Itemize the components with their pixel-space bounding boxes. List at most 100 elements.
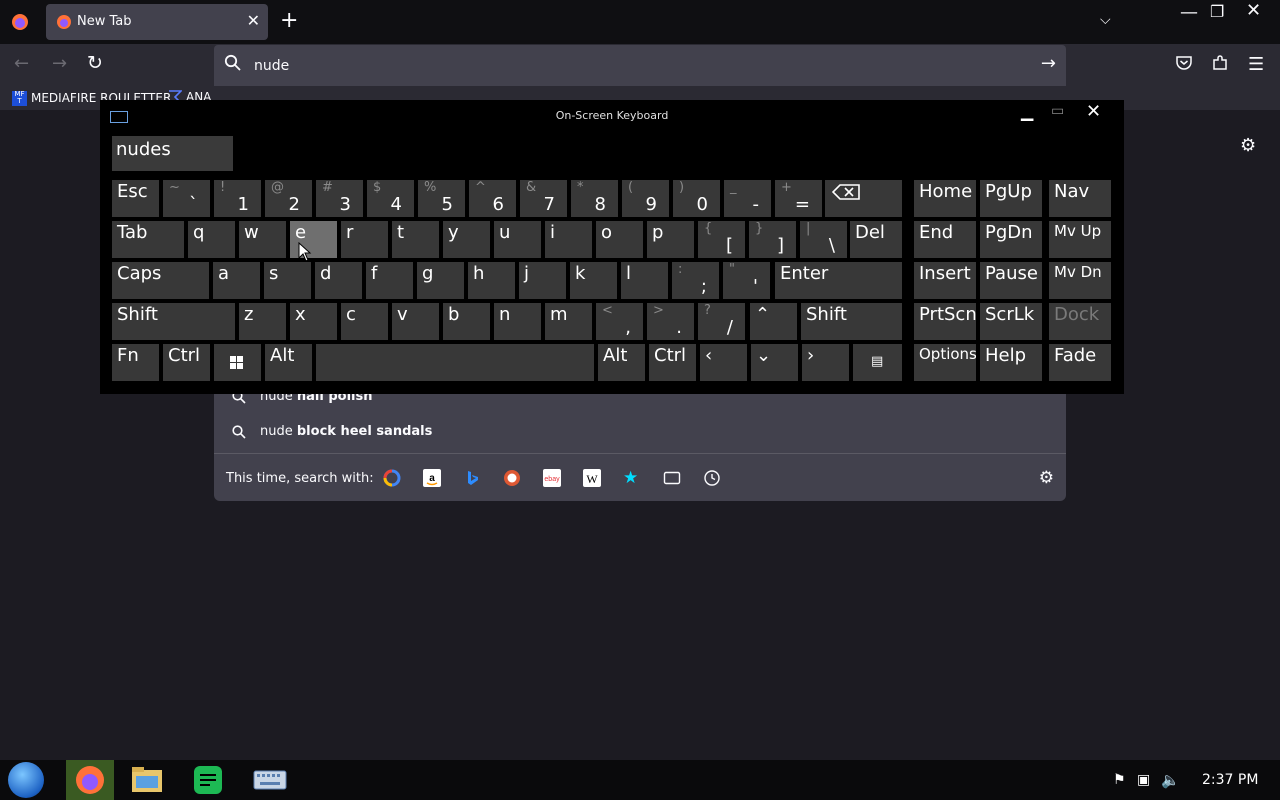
key-prtscn[interactable]: PrtScn	[914, 303, 976, 340]
key-windows[interactable]	[214, 344, 261, 381]
list-all-tabs-icon[interactable]: ⌵	[1100, 12, 1111, 28]
key-pgup[interactable]: PgUp	[980, 180, 1042, 217]
bookmarks-star-icon[interactable]: ★	[623, 469, 641, 487]
key-d[interactable]: d	[315, 262, 362, 299]
key-13[interactable]: + =	[775, 180, 822, 217]
key-k[interactable]: k	[570, 262, 617, 299]
key-x[interactable]: x	[290, 303, 337, 340]
key-ctrl-left[interactable]: Ctrl	[163, 344, 210, 381]
key-n[interactable]: n	[494, 303, 541, 340]
file-explorer-icon[interactable]	[130, 764, 164, 796]
go-arrow-icon[interactable]: →	[1041, 53, 1056, 74]
key-5[interactable]: $4	[367, 180, 414, 217]
key-pgdn[interactable]: PgDn	[980, 221, 1042, 258]
key-home[interactable]: Home	[914, 180, 976, 217]
key-l[interactable]: l	[621, 262, 668, 299]
key-symbol[interactable]: {[	[698, 221, 745, 258]
key-insert[interactable]: Insert	[914, 262, 976, 299]
forward-icon[interactable]: →	[52, 53, 67, 74]
extensions-icon[interactable]	[1211, 54, 1229, 72]
pocket-icon[interactable]	[1175, 54, 1193, 72]
key-pause[interactable]: Pause	[980, 262, 1042, 299]
key-shift-right[interactable]: Shift	[801, 303, 902, 340]
tab-new-tab[interactable]: New Tab ✕	[46, 4, 268, 40]
key-o[interactable]: o	[596, 221, 643, 258]
key-3[interactable]: @2	[265, 180, 312, 217]
window-minimize-button[interactable]: —	[1180, 2, 1198, 23]
tab-close-icon[interactable]: ✕	[247, 11, 260, 30]
key-options[interactable]: Options	[914, 344, 976, 381]
key-f[interactable]: f	[366, 262, 413, 299]
history-icon[interactable]	[703, 469, 721, 487]
key-symbol[interactable]: ? /	[698, 303, 745, 340]
key-end[interactable]: End	[914, 221, 976, 258]
key-4[interactable]: #3	[316, 180, 363, 217]
key-q[interactable]: q	[188, 221, 235, 258]
key-12[interactable]: _ -	[724, 180, 771, 217]
key-esc[interactable]: Esc	[112, 180, 159, 217]
key-b[interactable]: b	[443, 303, 490, 340]
key-j[interactable]: j	[519, 262, 566, 299]
osk-close-button[interactable]: ✕	[1086, 101, 1101, 122]
key-nav[interactable]: Nav	[1049, 180, 1111, 217]
key-tab[interactable]: Tab	[112, 221, 184, 258]
key-7[interactable]: ^ 6	[469, 180, 516, 217]
key-caps[interactable]: Caps	[112, 262, 209, 299]
window-close-button[interactable]: ✕	[1246, 0, 1261, 21]
key-enter[interactable]: Enter	[775, 262, 902, 299]
key-11[interactable]: ) 0	[673, 180, 720, 217]
key-m[interactable]: m	[545, 303, 592, 340]
key-symbol[interactable]: }]	[749, 221, 796, 258]
key-2[interactable]: ! 1	[214, 180, 261, 217]
key-10[interactable]: (9	[622, 180, 669, 217]
key-c[interactable]: c	[341, 303, 388, 340]
key-del[interactable]: Del	[850, 221, 902, 258]
key-w[interactable]: w	[239, 221, 286, 258]
key-backspace[interactable]	[825, 180, 902, 217]
key-symbol[interactable]: :;	[672, 262, 719, 299]
notes-app-icon[interactable]	[192, 764, 224, 796]
key-y[interactable]: y	[443, 221, 490, 258]
key-g[interactable]: g	[417, 262, 464, 299]
search-settings-gear-icon[interactable]: ⚙	[1039, 468, 1054, 488]
osk-prediction[interactable]: nudes	[112, 136, 233, 171]
page-settings-gear-icon[interactable]: ⚙	[1240, 135, 1256, 156]
new-tab-button[interactable]: +	[280, 10, 298, 32]
key-t[interactable]: t	[392, 221, 439, 258]
reload-icon[interactable]: ↻	[87, 52, 103, 74]
key-dock[interactable]: Dock	[1049, 303, 1111, 340]
app-menu-icon[interactable]: ☰	[1248, 54, 1264, 75]
key-v[interactable]: v	[392, 303, 439, 340]
key-shift-left[interactable]: Shift	[112, 303, 235, 340]
key-9[interactable]: * 8	[571, 180, 618, 217]
key-up-arrow[interactable]: ⌃	[750, 303, 797, 340]
key-symbol[interactable]: >.	[647, 303, 694, 340]
amazon-icon[interactable]: a	[423, 469, 441, 487]
on-screen-keyboard-taskbar-icon[interactable]	[252, 764, 288, 796]
key-fade[interactable]: Fade	[1049, 344, 1111, 381]
key-i[interactable]: i	[545, 221, 592, 258]
start-button[interactable]	[8, 762, 44, 798]
key-help[interactable]: Help	[980, 344, 1042, 381]
key-move-up[interactable]: Mv Up	[1049, 221, 1111, 258]
key-symbol[interactable]: | \	[800, 221, 847, 258]
window-maximize-button[interactable]: ❐	[1210, 2, 1224, 21]
url-input[interactable]	[252, 53, 1016, 79]
key-menu[interactable]: ▤	[853, 344, 902, 381]
key-space[interactable]	[316, 344, 594, 381]
back-icon[interactable]: ←	[14, 53, 29, 74]
taskbar-firefox[interactable]	[66, 760, 114, 800]
action-center-flag-icon[interactable]: ⚑	[1113, 772, 1126, 788]
duckduckgo-icon[interactable]	[503, 469, 521, 487]
ebay-icon[interactable]: ebay	[543, 469, 561, 487]
taskbar-clock[interactable]: 2:37 PM	[1202, 772, 1258, 788]
tabs-icon[interactable]	[663, 469, 681, 487]
key-alt-left[interactable]: Alt	[265, 344, 312, 381]
google-icon[interactable]	[383, 469, 401, 487]
key-6[interactable]: % 5	[418, 180, 465, 217]
bing-icon[interactable]	[463, 469, 481, 487]
osk-maximize-button[interactable]: ▭	[1051, 103, 1064, 119]
key-move-down[interactable]: Mv Dn	[1049, 262, 1111, 299]
key-8[interactable]: & 7	[520, 180, 567, 217]
key-left-arrow[interactable]: ‹	[700, 344, 747, 381]
